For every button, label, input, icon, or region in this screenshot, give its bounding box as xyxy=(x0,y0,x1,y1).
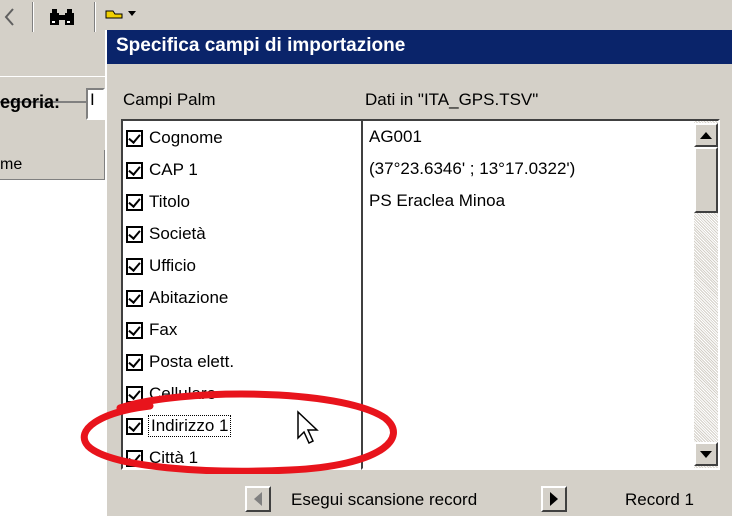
checkbox[interactable] xyxy=(126,289,143,307)
checkbox[interactable] xyxy=(126,449,143,467)
field-label: Cellulare xyxy=(149,384,217,403)
dialog-titlebar[interactable]: Specifica campi di importazione xyxy=(107,30,732,64)
app-list: me xyxy=(0,150,105,516)
field-item[interactable]: Titolo xyxy=(126,186,190,218)
field-item[interactable]: Società xyxy=(126,218,206,250)
vertical-scrollbar[interactable] xyxy=(694,121,718,468)
field-item-selected[interactable]: Indirizzo 1 xyxy=(126,410,232,442)
field-label: Fax xyxy=(149,320,178,339)
data-header: Dati in "ITA_GPS.TSV" xyxy=(365,90,539,109)
file-data-list[interactable]: AG001 (37°23.6346' ; 13°17.0322') PS Era… xyxy=(361,119,720,470)
toolbar-separator xyxy=(94,2,96,32)
folder-dropdown-icon[interactable] xyxy=(104,2,144,32)
field-item[interactable]: CAP 1 xyxy=(126,154,198,186)
scan-records-label: Esegui scansione record xyxy=(291,490,478,509)
checkbox[interactable] xyxy=(126,353,143,371)
field-label: Titolo xyxy=(149,192,190,211)
category-label: egoria: xyxy=(0,92,61,112)
field-item[interactable]: Cognome xyxy=(126,122,223,154)
mouse-cursor-icon xyxy=(297,410,319,445)
next-record-button[interactable] xyxy=(541,486,567,512)
field-item[interactable]: Cellulare xyxy=(126,378,216,410)
checkbox[interactable] xyxy=(126,193,143,211)
record-nav-bar: Esegui scansione record Record 1 xyxy=(107,482,732,516)
field-label: Abitazione xyxy=(149,288,229,307)
record-counter: Record 1 xyxy=(625,490,694,509)
checkbox[interactable] xyxy=(126,225,143,243)
checkbox[interactable] xyxy=(126,321,143,339)
checkbox[interactable] xyxy=(126,161,143,179)
data-value: PS Eraclea Minoa xyxy=(369,191,506,210)
category-combo[interactable]: I xyxy=(86,88,105,120)
scroll-up-button[interactable] xyxy=(694,123,718,147)
dialog-title: Specifica campi di importazione xyxy=(116,35,406,56)
fields-header: Campi Palm xyxy=(123,90,216,109)
checkbox[interactable] xyxy=(126,129,143,147)
scroll-thumb[interactable] xyxy=(694,147,718,213)
toolbar-separator xyxy=(32,2,34,32)
previous-record-button[interactable] xyxy=(245,486,271,512)
back-arrow-icon[interactable] xyxy=(0,2,20,32)
field-item[interactable]: Città 1 xyxy=(126,442,199,468)
arrow-right-icon xyxy=(550,492,558,506)
arrow-left-icon xyxy=(254,492,262,506)
checkbox[interactable] xyxy=(126,385,143,403)
field-item[interactable]: Fax xyxy=(126,314,177,346)
field-item[interactable]: Posta elett. xyxy=(126,346,234,378)
field-label: Ufficio xyxy=(149,256,196,275)
checkbox[interactable] xyxy=(126,417,143,435)
field-label: Città 1 xyxy=(149,448,199,467)
field-label: Società xyxy=(149,224,206,243)
data-value: AG001 xyxy=(369,127,422,146)
arrow-up-icon xyxy=(700,131,712,139)
column-header[interactable]: me xyxy=(0,150,105,180)
field-label: CAP 1 xyxy=(149,160,198,179)
import-fields-dialog: Specifica campi di importazione Campi Pa… xyxy=(105,30,732,516)
field-item[interactable]: Ufficio xyxy=(126,250,196,282)
checkbox[interactable] xyxy=(126,257,143,275)
arrow-down-icon xyxy=(700,450,712,458)
app-toolbar xyxy=(0,0,732,34)
field-label: Indirizzo 1 xyxy=(147,415,232,437)
field-item[interactable]: Abitazione xyxy=(126,282,228,314)
field-label: Posta elett. xyxy=(149,352,235,371)
binoculars-icon[interactable] xyxy=(42,2,82,32)
palm-fields-list[interactable]: Cognome CAP 1 Titolo Società Ufficio Abi… xyxy=(121,119,363,470)
field-label: Cognome xyxy=(149,128,223,147)
data-value: (37°23.6346' ; 13°17.0322') xyxy=(369,159,576,178)
scroll-down-button[interactable] xyxy=(694,442,718,466)
